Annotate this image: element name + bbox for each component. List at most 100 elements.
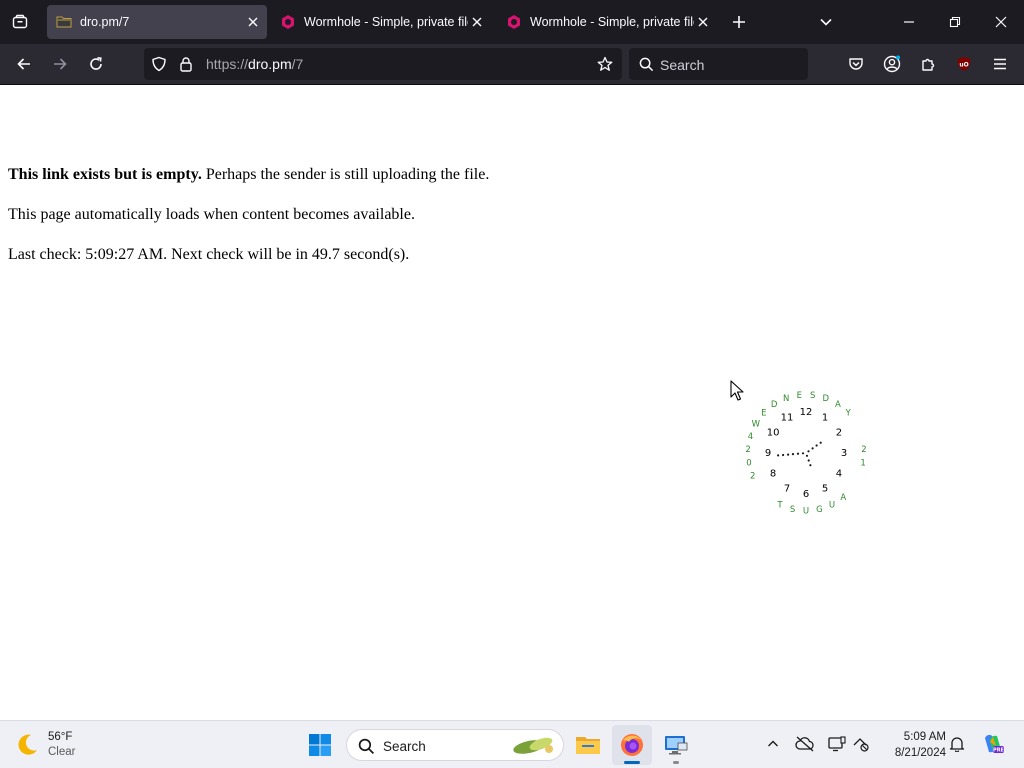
folder-icon (576, 737, 600, 754)
clock-date-letter: D (823, 394, 830, 404)
clock-number: 6 (803, 489, 809, 500)
weather-widget[interactable]: 56°F Clear (14, 727, 75, 763)
clock-number: 1 (822, 413, 828, 424)
url-path: /7 (291, 56, 304, 72)
window-close-button[interactable] (978, 0, 1024, 44)
search-bar[interactable] (629, 48, 808, 80)
taskbar-search[interactable] (346, 729, 564, 761)
pocket-icon (849, 58, 863, 70)
clock-date-letter: D (771, 400, 778, 410)
clock-number: 5 (822, 484, 828, 495)
reload-icon (90, 57, 102, 70)
list-all-tabs-button[interactable] (814, 10, 838, 34)
onedrive-button[interactable] (794, 733, 816, 755)
tab-close-button[interactable] (245, 14, 261, 30)
shield-icon (152, 56, 166, 72)
wormhole-favicon-icon (280, 14, 296, 30)
bookmark-button[interactable] (596, 55, 614, 73)
tab-title: Wormhole - Simple, private file (530, 15, 694, 29)
forward-arrow-icon (54, 58, 67, 70)
network-icon (853, 738, 869, 752)
display-icon (828, 736, 846, 752)
site-security-button[interactable] (177, 55, 195, 73)
pocket-button[interactable] (842, 50, 870, 78)
clock-minute-hand (811, 447, 814, 450)
tab-wormhole-2[interactable]: Wormhole - Simple, private file (497, 5, 717, 39)
extensions-button[interactable] (914, 50, 942, 78)
clock-date-letter: U (803, 507, 809, 517)
tracking-protection-button[interactable] (150, 55, 168, 73)
clock-date-letter: E (797, 391, 802, 401)
clock-number: 8 (770, 469, 776, 480)
url-text[interactable]: https://dro.pm/7 (206, 56, 303, 72)
url-host: dro.pm (248, 56, 292, 72)
auto-load-message: This page automatically loads when conte… (8, 206, 415, 223)
wormhole-favicon-icon (506, 14, 522, 30)
minimize-icon (904, 21, 914, 23)
search-icon (357, 737, 375, 755)
clock-date-letter: S (790, 505, 795, 515)
weather-condition: Clear (48, 746, 76, 758)
chevron-down-icon (820, 18, 832, 26)
clock-number: 11 (781, 413, 794, 424)
taskbar-time: 5:09 AM (903, 731, 946, 743)
clock-number: 4 (836, 469, 842, 480)
show-hidden-icons-button[interactable] (762, 733, 784, 755)
taskbar-search-input[interactable] (383, 738, 503, 754)
firefox-icon (621, 734, 643, 756)
clock-minute-hand (807, 450, 810, 453)
clock-date-letter: Y (845, 409, 852, 419)
clock-date-letter: 4 (748, 432, 753, 442)
account-icon (883, 55, 901, 73)
bell-icon (949, 737, 965, 752)
restore-icon (949, 16, 961, 28)
clock-hour-hand (777, 454, 780, 457)
tab-dro-pm[interactable]: dro.pm/7 (47, 5, 267, 39)
cursor-clock-widget: 12 1234567891011WEDN E S DAY21AUGUST2024 (745, 391, 866, 517)
address-bar[interactable]: https://dro.pm/7 (144, 48, 622, 80)
copilot-button[interactable]: PRE (980, 731, 1006, 757)
close-icon (698, 17, 708, 27)
clock-minute-hand (815, 444, 818, 447)
minimize-button[interactable] (886, 0, 932, 44)
puzzle-icon (922, 58, 935, 71)
window-close-icon (995, 16, 1007, 28)
active-app-indicator (624, 761, 640, 764)
windows-taskbar: 56°F Clear 5:09 AM 8/21/2024 (0, 720, 1024, 768)
account-button[interactable] (878, 50, 906, 78)
taskbar-remote-desktop[interactable] (656, 725, 696, 765)
svg-text:PRE: PRE (993, 748, 1005, 754)
start-button[interactable] (300, 725, 340, 765)
new-tab-button[interactable] (727, 10, 751, 34)
reload-button[interactable] (82, 50, 110, 78)
display-button[interactable] (826, 733, 848, 755)
clock-number: 12 (800, 407, 813, 418)
tab-strip: dro.pm/7 Wormhole - Simple, private file… (0, 0, 1024, 44)
network-button[interactable] (850, 733, 872, 755)
clock-hour-hand (782, 453, 785, 457)
tab-close-button[interactable] (695, 14, 711, 30)
tab-wormhole-1[interactable]: Wormhole - Simple, private file (271, 5, 491, 39)
taskbar-file-explorer[interactable] (568, 725, 608, 765)
restore-button[interactable] (932, 0, 978, 44)
chevron-up-icon (768, 740, 778, 747)
forward-button[interactable] (46, 50, 74, 78)
empty-link-detail: Perhaps the sender is still uploading th… (201, 166, 490, 183)
empty-link-message: This link exists but is empty. Perhaps t… (8, 166, 489, 184)
clock-number: 9 (765, 448, 771, 459)
tab-close-button[interactable] (469, 14, 485, 30)
search-input[interactable] (660, 57, 800, 73)
ublock-origin-button[interactable]: uO (950, 50, 978, 78)
clock-date-letter: 2 (745, 445, 750, 455)
app-menu-button[interactable] (986, 50, 1014, 78)
navigation-toolbar: https://dro.pm/7 uO (0, 44, 1024, 85)
running-app-indicator (673, 761, 679, 764)
notifications-button[interactable] (946, 733, 968, 755)
taskbar-clock[interactable]: 5:09 AM 8/21/2024 (880, 729, 946, 761)
tab-list-button[interactable] (6, 8, 34, 36)
clock-number: 7 (784, 484, 790, 495)
clock-number: 3 (841, 448, 847, 459)
taskbar-firefox[interactable] (612, 725, 652, 765)
clock-date-letter: N (783, 394, 789, 404)
back-button[interactable] (10, 50, 38, 78)
